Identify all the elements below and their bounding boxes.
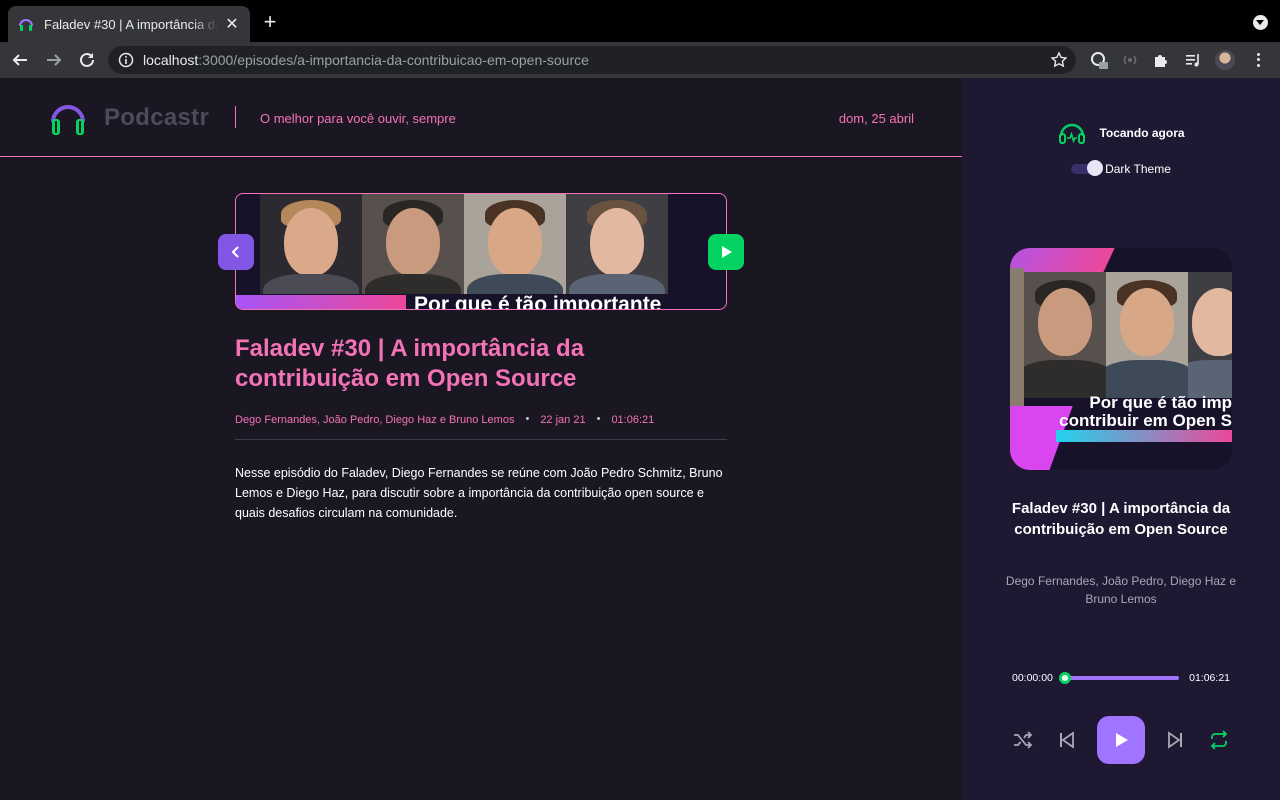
theme-label: Dark Theme — [1105, 162, 1171, 176]
progress-bar: 00:00:00 01:06:21 — [1012, 672, 1230, 684]
media-queue-icon[interactable] — [1183, 50, 1203, 70]
total-time: 01:06:21 — [1189, 672, 1230, 684]
episode-description: Nesse episódio do Faladev, Diego Fernand… — [235, 466, 723, 520]
thumbnail-face — [464, 194, 566, 294]
previous-button[interactable] — [1056, 729, 1078, 751]
previous-icon — [1060, 731, 1074, 749]
tab-title: Faladev #30 | A importância da contribui… — [44, 16, 218, 32]
episode-thumbnail: Por que é tão importante — [235, 193, 727, 310]
thumbnail-face — [566, 194, 668, 294]
next-icon — [1168, 731, 1182, 749]
play-icon — [1116, 733, 1128, 747]
info-icon[interactable] — [118, 52, 134, 68]
address-bar[interactable]: localhost:3000/episodes/a-importancia-da… — [108, 46, 1076, 74]
browser-tab-bar: Faladev #30 | A importância da contribui… — [0, 0, 1280, 42]
logo-text: Podcastr — [104, 104, 210, 131]
shuffle-icon — [1014, 731, 1033, 749]
episode-date: 22 jan 21 — [540, 414, 586, 426]
extension-icon[interactable] — [1151, 50, 1171, 70]
header-tagline: O melhor para você ouvir, sempre — [260, 111, 456, 126]
play-icon — [722, 246, 732, 258]
back-button[interactable] — [218, 234, 254, 270]
header-divider — [235, 106, 236, 128]
thumbnail-face — [362, 194, 464, 294]
close-tab-icon[interactable]: ✕ — [224, 14, 240, 34]
repeat-icon — [1210, 730, 1228, 750]
back-arrow-icon — [231, 246, 239, 258]
player-panel: Tocando agora Dark Theme Por que é tão i… — [962, 78, 1280, 800]
header-date: dom, 25 abril — [838, 111, 914, 126]
profile-avatar[interactable] — [1215, 50, 1235, 70]
url-path: :3000/episodes/a-importancia-da-contribu… — [198, 52, 589, 68]
progress-handle[interactable] — [1058, 672, 1071, 684]
theme-toggle-row: Dark Theme — [962, 160, 1280, 176]
meta-separator: • — [525, 413, 530, 425]
now-playing-label: Tocando agora — [1099, 126, 1185, 140]
star-icon[interactable] — [1050, 51, 1068, 69]
episode-duration: 01:06:21 — [611, 414, 655, 426]
app-header: Podcastr O melhor para você ouvir, sempr… — [0, 78, 962, 157]
new-tab-icon[interactable]: + — [258, 11, 282, 33]
browser-menu-icon[interactable] — [1251, 50, 1265, 70]
podcastr-logo-icon — [51, 105, 85, 135]
player-episode-title: Faladev #30 | A importância da contribui… — [1011, 500, 1231, 538]
cover-face — [1188, 272, 1232, 398]
extension-badge-icon[interactable] — [1089, 50, 1109, 70]
now-playing-header: Tocando agora — [962, 118, 1280, 148]
app-main: Podcastr O melhor para você ouvir, sempr… — [0, 78, 962, 800]
episode-members: Dego Fernandes, João Pedro, Diego Haz e … — [235, 414, 515, 426]
tab-search-icon[interactable] — [1253, 15, 1268, 30]
thumbnail-accent-band — [236, 295, 406, 309]
cover-face — [1010, 268, 1024, 418]
episode-meta: Dego Fernandes, João Pedro, Diego Haz e … — [235, 413, 727, 440]
progress-slider[interactable] — [1058, 672, 1180, 684]
player-cover: Por que é tão imp contribuir em Open S — [1010, 248, 1232, 470]
play-pause-button[interactable] — [1097, 716, 1145, 764]
current-time: 00:00:00 — [1012, 672, 1053, 684]
player-controls — [962, 716, 1280, 764]
cover-face — [1024, 272, 1106, 398]
episode-title: Faladev #30 | A importância da contribui… — [235, 335, 585, 392]
cover-caption: Por que é tão imp contribuir em Open S — [1059, 393, 1232, 430]
headphones-favicon-icon — [19, 19, 33, 31]
browser-tab[interactable]: Faladev #30 | A importância da contribui… — [8, 6, 250, 42]
play-episode-button[interactable] — [708, 234, 744, 270]
dark-theme-toggle[interactable] — [1071, 160, 1104, 176]
thumbnail-face — [260, 194, 362, 294]
broadcast-icon[interactable] — [1120, 50, 1140, 70]
browser-toolbar: localhost:3000/episodes/a-importancia-da… — [0, 42, 1280, 78]
forward-nav-icon[interactable] — [42, 48, 66, 72]
back-nav-icon[interactable] — [8, 48, 32, 72]
next-button[interactable] — [1164, 729, 1186, 751]
cover-face — [1106, 272, 1188, 398]
thumbnail-caption: Por que é tão importante — [414, 293, 662, 310]
shuffle-button[interactable] — [1012, 729, 1034, 751]
reload-icon[interactable] — [75, 48, 99, 72]
player-episode-members: Dego Fernandes, João Pedro, Diego Haz e … — [1005, 574, 1237, 606]
url-host: localhost — [143, 52, 199, 68]
headphones-icon — [1059, 123, 1086, 144]
meta-separator: • — [596, 413, 601, 425]
repeat-button[interactable] — [1208, 729, 1230, 751]
